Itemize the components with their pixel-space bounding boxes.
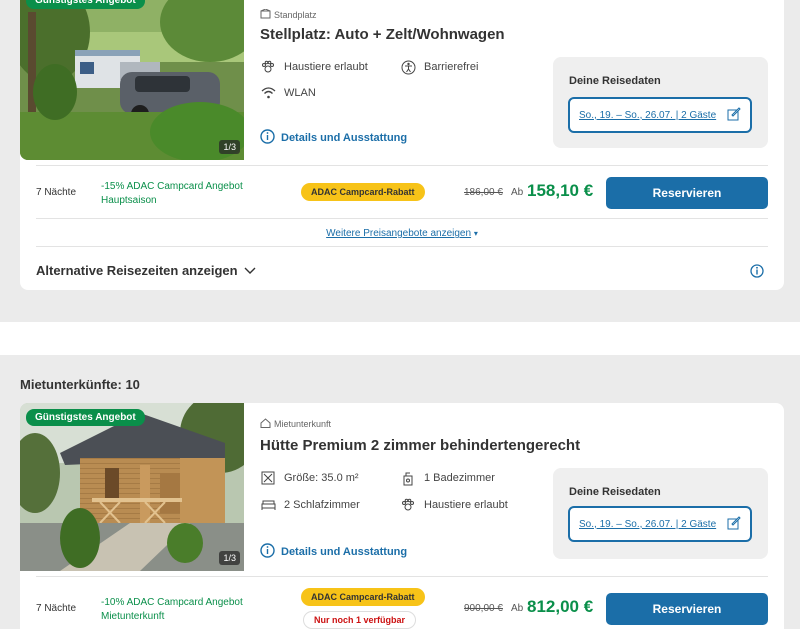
- best-offer-badge: Günstigstes Angebot: [26, 0, 145, 9]
- listing-photo[interactable]: Günstigstes Angebot 1/3: [20, 403, 244, 571]
- paw-icon: [400, 497, 416, 513]
- details-link[interactable]: Details und Ausstattung: [260, 129, 407, 147]
- section-heading: Mietunterkünfte: 10: [20, 377, 140, 392]
- image-counter: 1/3: [219, 551, 240, 565]
- promo-line: -15% ADAC Campcard Angebot: [101, 181, 243, 192]
- promo-line: Hauptsaison: [101, 195, 157, 206]
- section-gap: [0, 322, 800, 355]
- feature-pets: Haustiere erlaubt: [260, 59, 368, 75]
- nights-label: 7 Nächte: [36, 603, 77, 614]
- feature-label: Haustiere erlaubt: [424, 499, 508, 511]
- travel-dates-value: So., 19. – So., 26.07. | 2 Gäste: [579, 109, 717, 121]
- listing-title: Hütte Premium 2 zimmer behindertengerech…: [260, 437, 581, 454]
- bed-icon: [260, 497, 276, 513]
- travel-dates-title: Deine Reisedaten: [569, 75, 661, 87]
- house-icon: [260, 418, 271, 430]
- availability-badge: Nur noch 1 verfügbar: [303, 611, 417, 629]
- travel-dates-box: Deine Reisedaten So., 19. – So., 26.07. …: [553, 57, 768, 148]
- details-link-label: Details und Ausstattung: [281, 546, 408, 558]
- wifi-icon: [260, 85, 276, 101]
- travel-dates-box: Deine Reisedaten So., 19. – So., 26.07. …: [553, 468, 768, 559]
- accessibility-icon: [400, 59, 416, 75]
- feature-label: Barrierefrei: [424, 61, 479, 73]
- divider: [36, 165, 768, 166]
- edit-icon: [727, 515, 741, 533]
- feature-wifi: WLAN: [260, 85, 316, 101]
- price-prefix: Ab: [511, 187, 524, 198]
- cabin-photo-image: [20, 403, 244, 571]
- feature-bedrooms: 2 Schlafzimmer: [260, 497, 360, 513]
- listing-type: Mietunterkunft: [260, 418, 331, 430]
- travel-dates-button[interactable]: So., 19. – So., 26.07. | 2 Gäste: [568, 97, 752, 133]
- feature-label: 2 Schlafzimmer: [284, 499, 360, 511]
- tent-icon: [260, 8, 271, 21]
- price: 812,00 €: [527, 597, 594, 616]
- paw-icon: [260, 59, 276, 75]
- nights-label: 7 Nächte: [36, 187, 77, 198]
- details-link[interactable]: Details und Ausstattung: [260, 543, 407, 561]
- details-link-label: Details und Ausstattung: [281, 132, 408, 144]
- old-price: 186,00 €: [464, 187, 503, 198]
- listing-card: Günstigstes Angebot 1/3 Standplatz Stell…: [20, 0, 784, 290]
- feature-pets: Haustiere erlaubt: [400, 497, 508, 513]
- feature-bathroom: 1 Badezimmer: [400, 470, 495, 486]
- travel-dates-button[interactable]: So., 19. – So., 26.07. | 2 Gäste: [568, 506, 752, 542]
- feature-label: 1 Badezimmer: [424, 472, 495, 484]
- old-price: 900,00 €: [464, 603, 503, 614]
- reserve-button[interactable]: Reservieren: [606, 593, 768, 625]
- bathroom-icon: [400, 470, 416, 486]
- alternative-times-toggle[interactable]: Alternative Reisezeiten anzeigen: [36, 263, 256, 278]
- price-prefix: Ab: [511, 603, 524, 614]
- listing-photo[interactable]: Günstigstes Angebot 1/3: [20, 0, 244, 160]
- feature-label: Haustiere erlaubt: [284, 61, 368, 73]
- campsite-photo-image: [20, 0, 244, 160]
- info-icon[interactable]: [750, 264, 764, 283]
- listing-type-label: Mietunterkunft: [274, 419, 332, 429]
- promo-line: Mietunterkunft: [101, 611, 165, 622]
- promo-text: -15% ADAC Campcard Angebot Hauptsaison: [101, 180, 243, 208]
- travel-dates-title: Deine Reisedaten: [569, 486, 661, 498]
- feature-accessible: Barrierefrei: [400, 59, 478, 75]
- promo-text: -10% ADAC Campcard Angebot Mietunterkunf…: [101, 596, 243, 624]
- more-offers-link[interactable]: Weitere Preisangebote anzeigen ▾: [20, 228, 784, 239]
- alternative-times-label: Alternative Reisezeiten anzeigen: [36, 263, 238, 278]
- campcard-rabatt-badge: ADAC Campcard-Rabatt: [301, 588, 425, 606]
- best-offer-badge: Günstigstes Angebot: [26, 409, 145, 426]
- feature-label: Größe: 35.0 m²: [284, 472, 359, 484]
- campsite-section: Günstigstes Angebot 1/3 Standplatz Stell…: [0, 0, 800, 322]
- campcard-rabatt-badge: ADAC Campcard-Rabatt: [301, 183, 425, 201]
- feature-label: WLAN: [284, 87, 316, 99]
- listing-card: Günstigstes Angebot 1/3 Mietunterkunft H…: [20, 403, 784, 629]
- listing-title: Stellplatz: Auto + Zelt/Wohnwagen: [260, 26, 505, 43]
- more-offers-label: Weitere Preisangebote anzeigen: [326, 228, 472, 239]
- rental-section: Mietunterkünfte: 10 Günstigstes Angebot …: [0, 355, 800, 629]
- chevron-down-icon: [244, 263, 256, 278]
- listing-type-label: Standplatz: [274, 10, 317, 20]
- chevron-down-icon: ▾: [473, 229, 478, 238]
- reserve-button[interactable]: Reservieren: [606, 177, 768, 209]
- divider: [36, 218, 768, 219]
- listing-type: Standplatz: [260, 8, 317, 21]
- price: 158,10 €: [527, 181, 594, 200]
- divider: [36, 576, 768, 577]
- image-counter: 1/3: [219, 140, 240, 154]
- feature-size: Größe: 35.0 m²: [260, 470, 359, 486]
- promo-line: -10% ADAC Campcard Angebot: [101, 597, 243, 608]
- size-icon: [260, 470, 276, 486]
- info-icon: [260, 543, 275, 561]
- edit-icon: [727, 106, 741, 124]
- info-icon: [260, 129, 275, 147]
- divider: [36, 246, 768, 247]
- travel-dates-value: So., 19. – So., 26.07. | 2 Gäste: [579, 518, 717, 530]
